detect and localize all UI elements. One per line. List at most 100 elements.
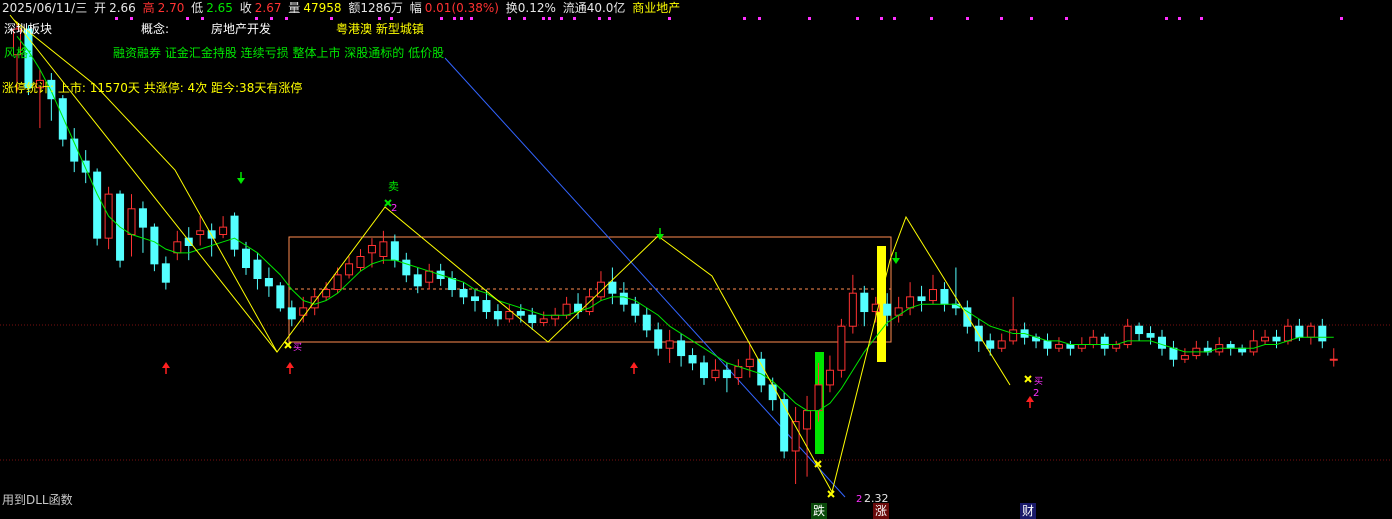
candle-body-28	[333, 274, 342, 291]
candle-body-57	[665, 340, 674, 349]
marker-dot-15	[523, 17, 526, 20]
candle-body-35	[413, 274, 422, 287]
marker-dot-23	[743, 17, 746, 20]
marker-dot-11	[453, 17, 456, 20]
marker-dot-4	[255, 17, 258, 20]
close-label: 收	[239, 1, 252, 15]
x-marker-3	[827, 490, 835, 498]
candle-body-16	[196, 230, 205, 235]
candle-body-109	[1261, 336, 1270, 342]
candle-body-92	[1066, 344, 1075, 349]
candle-body-4	[58, 98, 67, 140]
candle-body-69	[803, 410, 812, 430]
volume-value: 47958	[303, 1, 342, 15]
candle-body-64	[745, 358, 754, 368]
marker-dot-0	[115, 17, 118, 20]
marker-dot-32	[1030, 17, 1033, 20]
region-label: 深圳板块	[4, 22, 53, 36]
marker-dot-20	[598, 17, 601, 20]
buy-signal-label: 买	[293, 342, 302, 353]
candle-body-100	[1158, 336, 1166, 349]
candle-body-71	[825, 369, 834, 386]
candle-body-30	[356, 256, 365, 269]
dll-function-note: 用到DLL函数	[2, 493, 73, 507]
low-value: 2.65	[206, 1, 233, 15]
turnover-value: 换0.12%	[505, 1, 556, 15]
candle-body-7	[93, 171, 102, 239]
marker-dot-35	[1178, 17, 1181, 20]
candle-body-40	[471, 296, 479, 302]
candle-body-56	[654, 329, 663, 349]
marker-dot-29	[930, 17, 933, 20]
marker-dot-12	[460, 17, 463, 20]
concept-label: 概念:	[141, 22, 170, 36]
close-value: 2.67	[254, 1, 282, 15]
candle-body-10	[127, 208, 136, 235]
candle-body-76	[883, 303, 892, 316]
candle-body-12	[150, 226, 159, 265]
marker-dot-27	[880, 17, 883, 20]
x-marker-4	[1024, 375, 1032, 383]
float-cap-value: 流通40.0亿	[562, 1, 626, 15]
marker-dot-22	[668, 17, 671, 20]
candle-body-60	[700, 362, 708, 379]
event-rise-label: 涨	[874, 504, 887, 518]
candle-body-27	[322, 289, 331, 298]
event-badge-finance[interactable]: 财	[1020, 503, 1036, 519]
high-label: 高	[142, 1, 155, 15]
marker-dot-6	[285, 17, 288, 20]
candle-body-32	[379, 241, 388, 257]
price-chart: 卖22 2.322买买	[0, 14, 1392, 505]
candle-body-55	[642, 314, 651, 331]
open-value: 2.66	[109, 1, 136, 15]
marker-dot-31	[1000, 17, 1003, 20]
candle-body-44	[516, 311, 525, 316]
candle-body-47	[551, 314, 560, 320]
candle-body-93	[1077, 344, 1086, 349]
sell-arrow-0	[237, 178, 245, 184]
candle-body-36	[425, 270, 434, 283]
marker-dot-30	[966, 17, 969, 20]
candle-body-74	[860, 292, 869, 313]
candle-body-61	[711, 369, 720, 379]
buy-signal-label-right: 买	[1034, 376, 1043, 387]
event-badge-fall[interactable]: 跌	[811, 503, 827, 519]
candle-body-73	[848, 292, 857, 327]
candle-body-98	[1135, 325, 1144, 335]
concept-primary: 房地产开发	[211, 22, 272, 36]
change-value: 0.01(0.38%)	[424, 1, 499, 15]
candle-body-70	[814, 384, 823, 412]
volume-label: 量	[288, 1, 301, 15]
marker-dot-13	[470, 17, 473, 20]
candle-body-114	[1318, 325, 1327, 342]
x-marker-0	[284, 341, 292, 349]
candle-body-45	[528, 314, 537, 324]
candle-body-51	[596, 281, 605, 298]
candle-body-99	[1146, 333, 1155, 338]
candle-body-19	[230, 215, 239, 250]
candle-body-20	[242, 248, 250, 269]
candle-body-115	[1329, 358, 1338, 361]
sell-signal-label: 卖	[388, 180, 399, 193]
change-label: 幅	[409, 1, 422, 15]
high-value: 2.70	[157, 1, 185, 15]
open-label: 开	[94, 1, 107, 15]
low-label: 低	[191, 1, 204, 15]
candle-body-91	[1054, 344, 1063, 349]
candle-body-101	[1169, 347, 1178, 360]
candle-body-41	[482, 300, 491, 313]
candle-body-65	[757, 358, 766, 386]
industry-label: 商业地产	[632, 1, 681, 15]
candle-body-86	[997, 340, 1006, 349]
candle-body-38	[448, 278, 457, 291]
marker-dot-14	[508, 17, 511, 20]
marker-dot-19	[573, 17, 576, 20]
candle-body-111	[1283, 325, 1292, 342]
candle-body-29	[345, 263, 354, 276]
candle-body-48	[562, 303, 571, 316]
candle-body-54	[631, 303, 640, 316]
candle-body-90	[1043, 340, 1052, 349]
event-badge-rise[interactable]: 涨	[873, 503, 889, 519]
marker-dot-8	[378, 17, 381, 20]
marker-dot-37	[1340, 17, 1343, 20]
